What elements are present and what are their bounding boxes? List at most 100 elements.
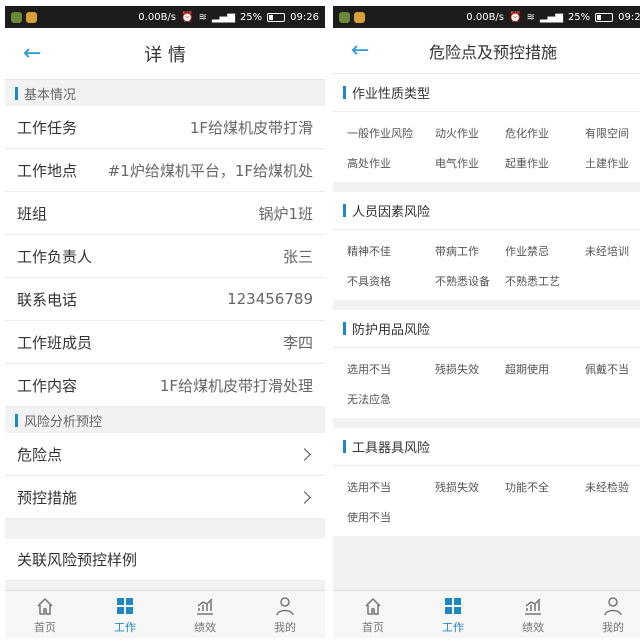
risk-option[interactable]: 无法应急: [347, 388, 435, 412]
bottom-tab-bar: 首页 工作 绩效 我的: [333, 590, 640, 638]
status-bar: 0.00B/s ⏰ ≋ ▂▄▆ 25% 09:26: [333, 6, 640, 28]
risk-option[interactable]: 功能不全: [505, 476, 585, 500]
app-notification-icon: [339, 11, 350, 23]
risk-option[interactable]: 超期使用: [505, 358, 585, 382]
tab-1[interactable]: 工作: [85, 591, 165, 638]
detail-label: 联系电话: [17, 290, 78, 309]
status-bar: 0.00B/s ⏰ ≋ ▂▄▆ 25% 09:26: [5, 6, 325, 28]
chevron-right-icon: [298, 490, 311, 504]
detail-row: 工作地点 #1炉给煤机平台，1F给煤机处: [5, 149, 325, 192]
network-speed: 0.00B/s: [466, 11, 505, 23]
risk-option[interactable]: 起重作业: [505, 152, 585, 176]
nav-header: ← 详 情: [5, 28, 325, 80]
risk-option[interactable]: 危化作业: [505, 122, 585, 146]
risk-option[interactable]: 选用不当: [347, 358, 435, 382]
tab-label: 我的: [602, 620, 624, 634]
clock: 09:26: [618, 11, 640, 23]
risk-option[interactable]: 精神不佳: [347, 240, 435, 264]
tab-label: 绩效: [522, 620, 544, 634]
tab-label: 工作: [114, 620, 136, 634]
detail-value: 锅炉1班: [258, 204, 313, 223]
detail-screen: 0.00B/s ⏰ ≋ ▂▄▆ 25% 09:26 ← 详 情 基本情况 工作任…: [5, 6, 325, 638]
battery-percent: 25%: [239, 11, 263, 23]
alarm-icon: ⏰: [509, 11, 522, 23]
risk-option[interactable]: 有限空间: [585, 122, 640, 146]
risk-option[interactable]: 一般作业风险: [347, 122, 435, 146]
risk-section: 防护用品风险选用不当 残损失效 超期使用 佩戴不当无法应急: [333, 310, 640, 418]
control-measures-link[interactable]: 预控措施: [5, 476, 325, 519]
related-samples-item[interactable]: 关联风险预控样例: [5, 539, 325, 581]
battery-icon: [267, 12, 286, 22]
section-header-risk: 风险分析预控: [5, 407, 325, 433]
detail-row: 工作内容 1F给煤机皮带打滑处理: [5, 364, 325, 407]
signal-icon: ▂▄▆: [539, 11, 563, 23]
detail-label: 工作任务: [17, 118, 78, 137]
detail-label: 班组: [17, 204, 48, 223]
home-icon: [37, 597, 53, 615]
nav-header: ← 危险点及预控措施: [333, 28, 640, 74]
risk-option[interactable]: 不熟悉工艺: [505, 270, 585, 294]
battery-percent: 25%: [567, 11, 591, 23]
detail-value: #1炉给煤机平台，1F给煤机处: [107, 161, 313, 180]
risk-section: 作业性质类型 一般作业风险 动火作业 危化作业 有限空间 高处作业 电气作业 起重作业 土建作业: [333, 74, 640, 182]
detail-value: 1F给煤机皮带打滑处理: [159, 376, 313, 395]
tab-0[interactable]: 首页: [333, 591, 413, 638]
app-notification-icon: [26, 11, 37, 23]
tab-3[interactable]: 我的: [245, 591, 325, 638]
detail-row: 工作任务 1F给煤机皮带打滑: [5, 106, 325, 149]
tab-0[interactable]: 首页: [5, 591, 85, 638]
risk-option[interactable]: 作业禁忌: [505, 240, 585, 264]
detail-label: 工作地点: [17, 161, 78, 180]
detail-value: 1F给煤机皮带打滑: [189, 118, 313, 137]
network-speed: 0.00B/s: [138, 11, 177, 23]
hazard-link[interactable]: 危险点: [5, 433, 325, 476]
back-arrow-icon[interactable]: ←: [351, 37, 379, 65]
grid-icon: [445, 597, 461, 614]
detail-value: 李四: [282, 333, 313, 352]
risk-option[interactable]: 电气作业: [435, 152, 505, 176]
section-header-basic: 基本情况: [5, 80, 325, 106]
wifi-icon: ≋: [198, 11, 207, 23]
back-arrow-icon[interactable]: ←: [23, 40, 51, 68]
detail-label: 工作班成员: [17, 333, 93, 352]
chart-icon: [197, 597, 213, 615]
bottom-tab-bar: 首页 工作 绩效 我的: [5, 590, 325, 638]
app-notification-icon: [354, 11, 365, 23]
risk-section-header: 工具器具风险: [333, 428, 640, 466]
user-icon: [604, 596, 622, 615]
risk-option[interactable]: 未经检验: [585, 476, 640, 500]
risk-option[interactable]: 残损失效: [435, 358, 505, 382]
risk-option[interactable]: 不具资格: [347, 270, 435, 294]
risk-option[interactable]: 带病工作: [435, 240, 505, 264]
tab-2[interactable]: 绩效: [493, 591, 573, 638]
risk-option[interactable]: 未经培训: [585, 240, 640, 264]
tab-label: 工作: [442, 620, 464, 634]
risk-option[interactable]: 动火作业: [435, 122, 505, 146]
risk-option[interactable]: 不熟悉设备: [435, 270, 505, 294]
risk-option[interactable]: 土建作业: [585, 152, 640, 176]
grid-icon: [117, 597, 133, 614]
risk-options: 选用不当 残损失效 超期使用 佩戴不当无法应急: [333, 348, 640, 418]
risk-section-header: 防护用品风险: [333, 310, 640, 348]
risk-section-header: 人员因素风险: [333, 192, 640, 230]
risk-option[interactable]: 残损失效: [435, 476, 505, 500]
alarm-icon: ⏰: [181, 11, 194, 23]
home-icon: [365, 597, 381, 615]
battery-icon: [595, 12, 614, 22]
risk-option[interactable]: 佩戴不当: [585, 358, 640, 382]
tab-1[interactable]: 工作: [413, 591, 493, 638]
risk-section: 工具器具风险选用不当 残损失效 功能不全 未经检验使用不当: [333, 428, 640, 536]
risk-option[interactable]: 使用不当: [347, 506, 435, 530]
risk-options: 选用不当 残损失效 功能不全 未经检验使用不当: [333, 466, 640, 536]
risk-options: 一般作业风险 动火作业 危化作业 有限空间高处作业 电气作业 起重作业 土建作业: [333, 112, 640, 182]
risk-options: 精神不佳 带病工作 作业禁忌 未经培训不具资格 不熟悉设备 不熟悉工艺: [333, 230, 640, 300]
risk-option[interactable]: 高处作业: [347, 152, 435, 176]
risk-option[interactable]: 选用不当: [347, 476, 435, 500]
wifi-icon: ≋: [526, 11, 535, 23]
hazard-screen: 0.00B/s ⏰ ≋ ▂▄▆ 25% 09:26 ← 危险点及预控措施 作业性…: [333, 6, 640, 638]
detail-row: 工作班成员 李四: [5, 321, 325, 364]
tab-2[interactable]: 绩效: [165, 591, 245, 638]
tab-3[interactable]: 我的: [573, 591, 640, 638]
page-title: 详 情: [144, 44, 186, 66]
detail-value: 123456789: [227, 290, 313, 308]
